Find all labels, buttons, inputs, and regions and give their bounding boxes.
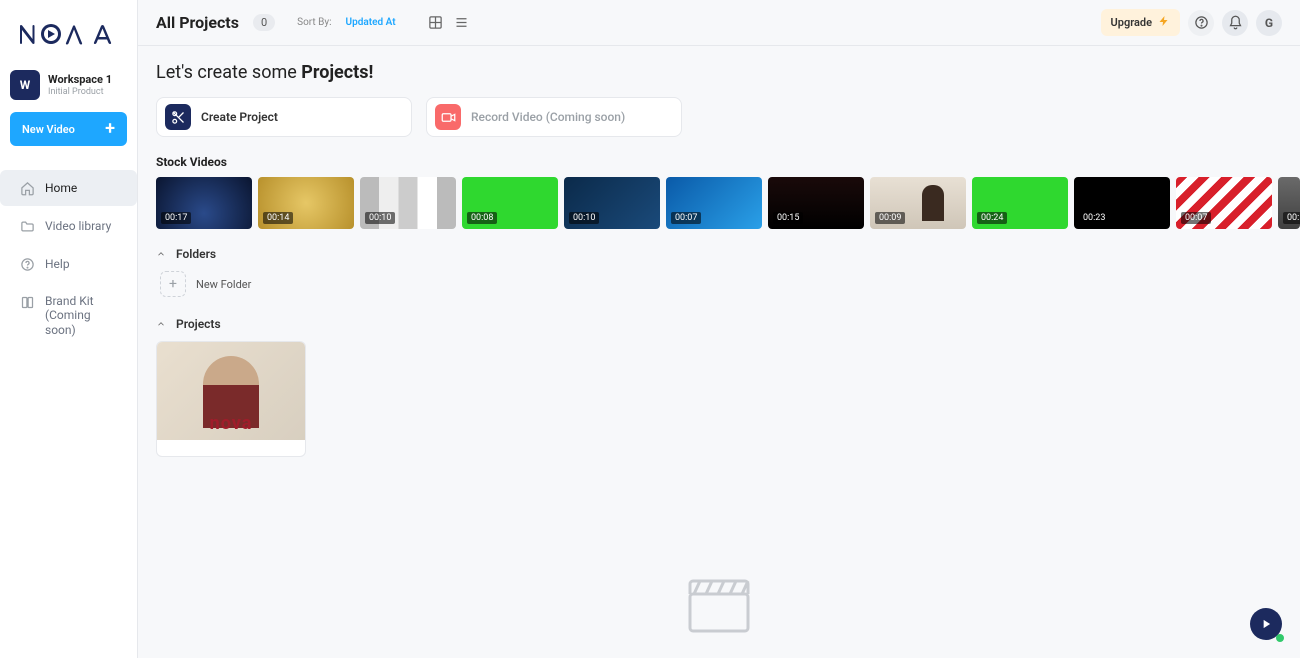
- stock-heading: Stock Videos: [156, 155, 1300, 169]
- new-video-label: New Video: [22, 123, 75, 136]
- nav-help-label: Help: [45, 257, 70, 271]
- content: Let's create some Projects! Create Proje…: [138, 46, 1300, 658]
- help-icon: [20, 257, 35, 272]
- stock-thumbnail[interactable]: 00:07: [666, 177, 762, 229]
- notifications-button[interactable]: [1222, 10, 1248, 36]
- folders-toggle[interactable]: Folders: [156, 247, 1300, 261]
- workspace-subtitle: Initial Product: [48, 87, 112, 97]
- upgrade-button[interactable]: Upgrade: [1101, 9, 1180, 36]
- list-view-icon[interactable]: [454, 15, 470, 31]
- stock-thumbnail[interactable]: 00:17: [156, 177, 252, 229]
- nav-video-library[interactable]: Video library: [10, 208, 127, 244]
- stock-thumbnail[interactable]: 00:: [1278, 177, 1300, 229]
- stock-duration: 00:10: [365, 212, 395, 224]
- chevron-up-icon: [156, 249, 166, 259]
- play-icon: [1259, 617, 1273, 631]
- upgrade-label: Upgrade: [1111, 16, 1152, 29]
- nav-home-label: Home: [45, 181, 77, 195]
- headline-prefix: Let's create some: [156, 62, 301, 83]
- project-watermark: nova: [210, 413, 253, 434]
- folder-icon: [20, 219, 35, 234]
- brandkit-icon: [20, 295, 35, 310]
- headline-bold: Projects!: [301, 62, 373, 83]
- main: All Projects 0 Sort By: Updated At Upgra…: [138, 0, 1300, 658]
- plus-icon: +: [105, 120, 115, 138]
- stock-thumbnail[interactable]: 00:10: [564, 177, 660, 229]
- empty-state: [687, 578, 751, 638]
- stock-videos-row: 00:17 00:14 00:10 00:08 00:10 00:07 00:15 00:09…: [156, 177, 1300, 229]
- stock-thumbnail[interactable]: 00:24: [972, 177, 1068, 229]
- workspace-selector[interactable]: W Workspace 1 Initial Product: [10, 70, 127, 100]
- record-video-label: Record Video (Coming soon): [471, 110, 625, 124]
- sort-label: Sort By:: [297, 17, 331, 28]
- stock-thumbnail[interactable]: 00:14: [258, 177, 354, 229]
- stock-thumbnail[interactable]: 00:08: [462, 177, 558, 229]
- project-count: 0: [253, 14, 275, 31]
- projects-heading: Projects: [176, 317, 221, 331]
- sort-value[interactable]: Updated At: [346, 17, 396, 28]
- scissors-icon: [165, 104, 191, 130]
- stock-thumbnail[interactable]: 00:10: [360, 177, 456, 229]
- stock-duration: 00:14: [263, 212, 293, 224]
- sidebar-nav: Home Video library Help Brand Kit (Comin…: [10, 170, 127, 347]
- stock-duration: 00:10: [569, 212, 599, 224]
- bolt-icon: [1158, 15, 1170, 30]
- stock-duration: 00:07: [1181, 212, 1211, 224]
- stock-duration: 00:17: [161, 212, 191, 224]
- folders-heading: Folders: [176, 247, 216, 261]
- projects-toggle[interactable]: Projects: [156, 317, 1300, 331]
- chevron-up-icon: [156, 319, 166, 329]
- nav-brand-kit[interactable]: Brand Kit (Coming soon): [10, 284, 127, 347]
- project-thumbnail: nova: [157, 342, 305, 440]
- workspace-name: Workspace 1: [48, 73, 112, 86]
- grid-view-icon[interactable]: [428, 15, 444, 31]
- create-project-label: Create Project: [201, 110, 278, 124]
- nav-help[interactable]: Help: [10, 246, 127, 282]
- stock-duration: 00:15: [773, 212, 803, 224]
- nav-brandkit-label-1: Brand Kit: [45, 294, 117, 308]
- record-video-card[interactable]: Record Video (Coming soon): [426, 97, 682, 137]
- stock-duration: 00:24: [977, 212, 1007, 224]
- stock-thumbnail[interactable]: 00:07: [1176, 177, 1272, 229]
- user-avatar[interactable]: G: [1256, 10, 1282, 36]
- play-fab[interactable]: [1250, 608, 1282, 640]
- stock-thumbnail[interactable]: 00:15: [768, 177, 864, 229]
- stock-duration: 00:09: [875, 212, 905, 224]
- new-folder-label: New Folder: [196, 278, 251, 291]
- new-video-button[interactable]: New Video +: [10, 112, 127, 146]
- stock-thumbnail[interactable]: 00:09: [870, 177, 966, 229]
- page-title: All Projects: [156, 13, 239, 32]
- headline: Let's create some Projects!: [156, 62, 1300, 83]
- camera-icon: [435, 104, 461, 130]
- help-top-button[interactable]: [1188, 10, 1214, 36]
- new-folder-button[interactable]: + New Folder: [160, 271, 1300, 297]
- view-toggles: [428, 15, 470, 31]
- nav-home[interactable]: Home: [0, 170, 137, 206]
- question-icon: [1194, 15, 1209, 30]
- bell-icon: [1228, 15, 1243, 30]
- stock-duration: 00:23: [1079, 212, 1109, 224]
- stock-duration: 00:07: [671, 212, 701, 224]
- create-project-card[interactable]: Create Project: [156, 97, 412, 137]
- clapperboard-icon: [687, 578, 751, 634]
- sidebar: W Workspace 1 Initial Product New Video …: [0, 0, 138, 658]
- top-bar: All Projects 0 Sort By: Updated At Upgra…: [138, 0, 1300, 46]
- stock-thumbnail[interactable]: 00:23: [1074, 177, 1170, 229]
- plus-folder-icon: +: [160, 271, 186, 297]
- nav-brandkit-label-2: (Coming soon): [45, 308, 117, 337]
- workspace-badge: W: [10, 70, 40, 100]
- project-card[interactable]: nova: [156, 341, 306, 457]
- stock-duration: 00:: [1283, 212, 1300, 224]
- home-icon: [20, 181, 35, 196]
- nav-library-label: Video library: [45, 219, 111, 233]
- stock-duration: 00:08: [467, 212, 497, 224]
- brand-logo[interactable]: [10, 10, 127, 70]
